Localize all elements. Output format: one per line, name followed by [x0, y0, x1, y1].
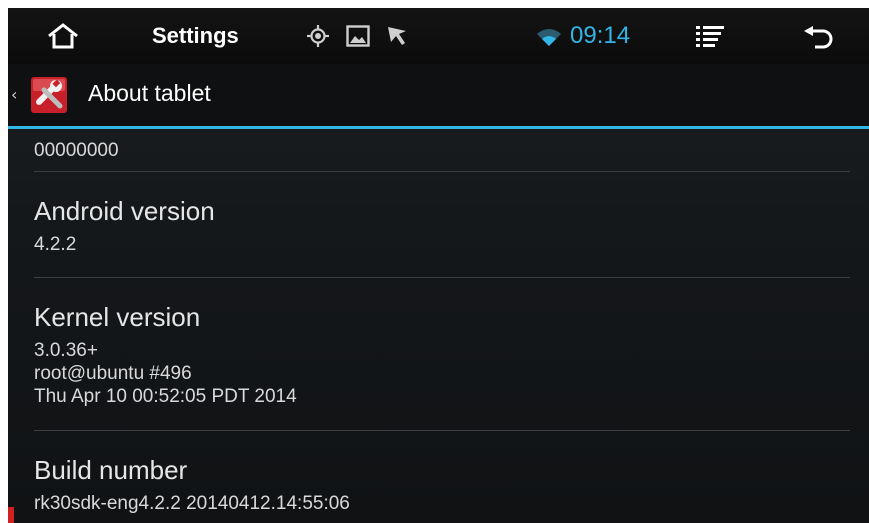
divider — [34, 430, 850, 431]
settings-wrench-icon[interactable] — [30, 76, 68, 114]
list-item-android-version[interactable]: Android version 4.2.2 — [34, 196, 850, 256]
divider — [34, 277, 850, 278]
list-item-partial[interactable]: 00000000 — [34, 139, 850, 162]
item-summary: root@ubuntu #496 — [34, 363, 192, 384]
back-icon[interactable] — [798, 20, 838, 52]
system-bar-title: Settings — [152, 23, 239, 48]
item-summary: rk30sdk-eng4.2.2 20140412.14:55:06 — [34, 493, 350, 514]
action-bar[interactable]: ‹ About tablet — [8, 64, 869, 126]
list-item-kernel-version[interactable]: Kernel version 3.0.36+ root@ubuntu #496 … — [34, 302, 850, 408]
about-list[interactable]: 00000000 Android version 4.2.2 Kernel ve… — [8, 129, 869, 523]
divider — [34, 171, 850, 172]
cursor-icon — [384, 23, 410, 49]
tablet-screen: Settings 09:14 ‹ About tablet 00000000 A… — [8, 8, 869, 523]
item-title: Android version — [34, 196, 215, 226]
list-item-build-number[interactable]: Build number rk30sdk-eng4.2.2 20140412.1… — [34, 455, 850, 515]
system-bar: Settings 09:14 — [8, 8, 869, 64]
item-summary: 3.0.36+ — [34, 340, 98, 361]
item-title: Kernel version — [34, 302, 201, 332]
up-caret-icon[interactable]: ‹ — [11, 86, 17, 104]
status-clock: 09:14 — [570, 22, 631, 49]
gps-icon — [305, 23, 331, 49]
partial-item-value: 00000000 — [34, 140, 119, 161]
gallery-icon — [345, 24, 371, 48]
menu-icon[interactable] — [694, 22, 726, 50]
item-title: Build number — [34, 455, 188, 485]
item-summary: Thu Apr 10 00:52:05 PDT 2014 — [34, 386, 297, 407]
page-title: About tablet — [88, 80, 211, 106]
home-icon[interactable] — [38, 18, 88, 54]
item-summary: 4.2.2 — [34, 234, 77, 255]
wifi-icon — [534, 25, 564, 49]
edge-mark — [8, 507, 14, 523]
